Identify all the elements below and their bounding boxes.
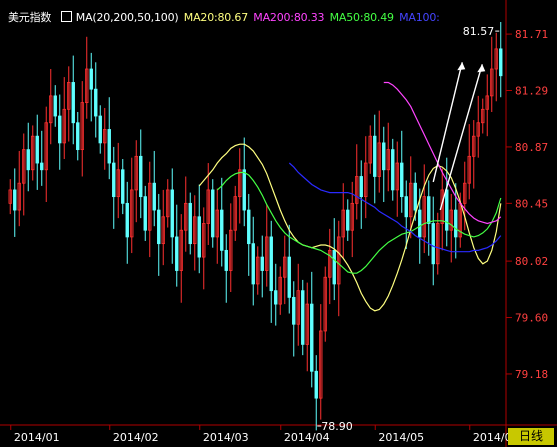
- x-tick-label: 2014/02: [113, 431, 159, 444]
- candle-body: [98, 115, 102, 144]
- candle-body: [224, 249, 228, 271]
- trend-arrow-line: [439, 64, 483, 211]
- candle-body: [427, 196, 431, 224]
- candle-body: [382, 142, 386, 171]
- y-tick-label: 81.29: [515, 85, 548, 98]
- candle-body: [373, 135, 377, 177]
- candle-body: [13, 189, 17, 211]
- ma200-value: MA200:80.33: [253, 11, 325, 24]
- period-tab-daily[interactable]: 日线: [508, 428, 554, 445]
- ma50-value: MA50:80.49: [329, 11, 394, 24]
- candle-body: [89, 68, 93, 90]
- ma-params: MA(20,200,50,100): [75, 11, 179, 24]
- candle-body: [26, 149, 30, 171]
- candle-body: [454, 209, 458, 238]
- candle-body: [112, 162, 116, 198]
- candle-body: [107, 129, 111, 164]
- candle-body: [359, 176, 363, 198]
- candle-body: [431, 223, 435, 265]
- y-tick-label: 79.18: [515, 368, 548, 381]
- candle-body: [35, 135, 39, 164]
- candle-body: [76, 122, 80, 151]
- candle-body: [121, 169, 125, 204]
- y-tick-label: 80.45: [515, 197, 548, 210]
- candlestick-chart[interactable]: 81.71 81.29 80.87 80.45 80.02 79.60 79.18 2014/…: [0, 0, 557, 447]
- y-tick-label: 80.87: [515, 141, 548, 154]
- candle-body: [332, 249, 336, 285]
- candle-body: [346, 209, 350, 231]
- candle-body: [197, 216, 201, 258]
- chart-window: 81.71 81.29 80.87 80.45 80.02 79.60 79.18 2014/…: [0, 0, 557, 447]
- candle-body: [418, 209, 422, 238]
- candle-body: [143, 196, 147, 231]
- y-tick-label: 79.60: [515, 312, 548, 325]
- candle-body: [247, 209, 251, 245]
- candle-body: [71, 82, 75, 124]
- candle-body: [125, 202, 129, 238]
- candle-body: [260, 256, 264, 271]
- candle-body: [287, 256, 291, 298]
- candle-body: [310, 303, 314, 372]
- trend-arrow-line: [432, 62, 463, 183]
- ma-legend-icon: [60, 11, 72, 22]
- candle-body: [139, 155, 143, 198]
- candle-body: [40, 162, 44, 171]
- candle-body: [391, 149, 395, 191]
- x-tick-label: 2014/03: [203, 431, 249, 444]
- candle-body: [94, 88, 98, 117]
- ma-line-ma50: [216, 171, 502, 274]
- x-tick-label: 2014/01: [14, 431, 60, 444]
- candle-body: [413, 182, 417, 211]
- candle-body: [188, 202, 192, 245]
- x-tick-label: 2014/05: [378, 431, 424, 444]
- candle-body: [251, 243, 255, 285]
- candle-body: [58, 115, 62, 144]
- chart-title: 美元指数: [8, 11, 52, 24]
- candle-body: [220, 209, 224, 251]
- candle-body: [157, 209, 161, 245]
- y-tick-label: 81.71: [515, 28, 548, 41]
- candle-body: [292, 296, 296, 325]
- ma100-value: MA100:: [399, 11, 440, 24]
- candle-body: [314, 370, 318, 399]
- candle-body: [170, 189, 174, 238]
- candle-body: [211, 189, 215, 238]
- candle-body: [269, 236, 273, 292]
- candle-body: [404, 196, 408, 218]
- candle-body: [242, 169, 246, 211]
- candle-body: [400, 162, 404, 198]
- candle-body: [53, 95, 57, 117]
- candle-body: [274, 290, 278, 305]
- y-tick-label: 80.02: [515, 255, 548, 268]
- candle-body: [152, 182, 156, 211]
- low-price-label: 78.90: [321, 420, 353, 433]
- high-price-label: 81.57: [463, 25, 495, 38]
- indicator-header: 美元指数 MA(20,200,50,100) MA20:80.67 MA200:…: [8, 9, 442, 25]
- candle-body: [175, 236, 179, 271]
- ma20-value: MA20:80.67: [183, 11, 248, 24]
- candle-body: [301, 290, 305, 345]
- candle-body: [445, 189, 449, 231]
- candle-body: [499, 48, 503, 77]
